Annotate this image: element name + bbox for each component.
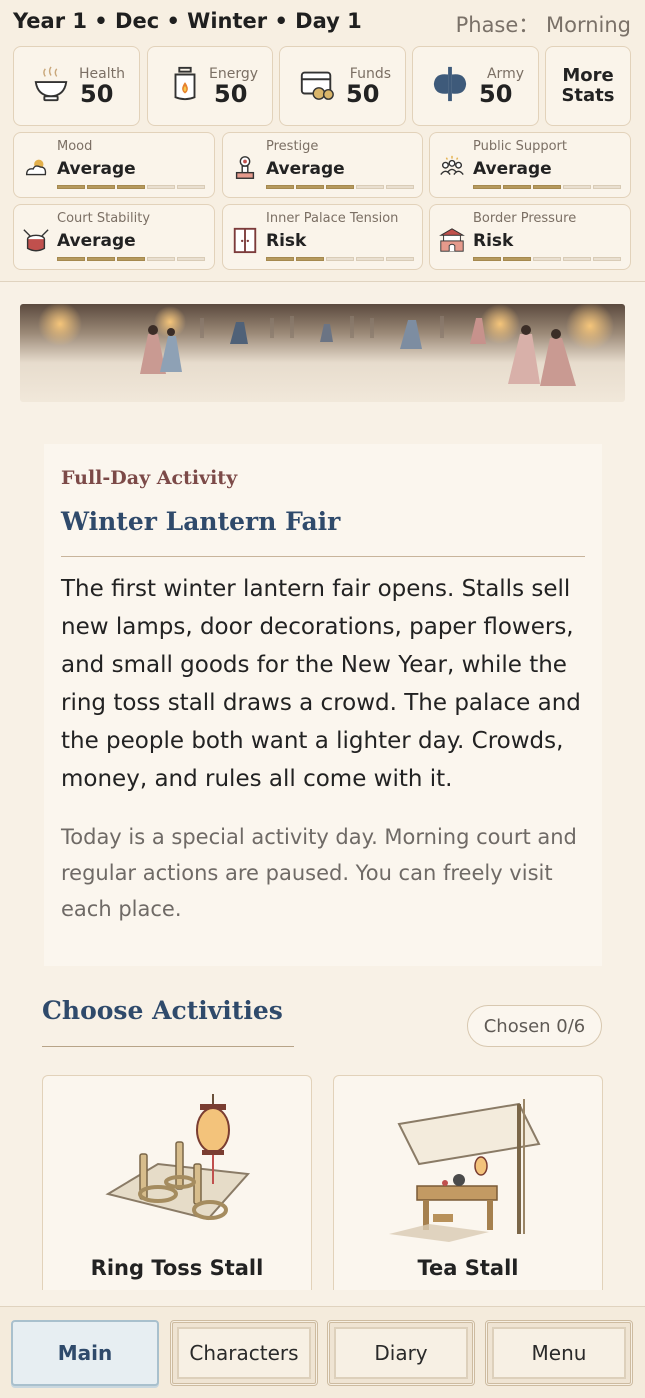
nav-main-button[interactable]: Main: [11, 1320, 159, 1386]
level-segment: [87, 257, 115, 261]
level-bar: [473, 185, 621, 189]
stat-value: Risk: [473, 231, 514, 251]
level-segment: [57, 185, 85, 189]
door-icon: [233, 227, 257, 254]
level-segment: [117, 257, 145, 261]
level-segment: [57, 257, 85, 261]
more-stats-button[interactable]: More Stats: [545, 46, 631, 126]
level-bar: [266, 257, 414, 261]
nav-menu-button[interactable]: Menu: [485, 1320, 633, 1386]
level-bar: [57, 185, 205, 189]
event-panel: Full-Day Activity Winter Lantern Fair Th…: [44, 444, 602, 966]
bottom-nav: Main Characters Diary Menu: [0, 1306, 645, 1398]
stat-value: 50: [80, 80, 114, 108]
level-segment: [266, 185, 294, 189]
ring-toss-art: [105, 1094, 251, 1221]
level-segment: [147, 185, 175, 189]
stat-label: Border Pressure: [473, 211, 577, 226]
stat-label: Public Support: [473, 139, 567, 154]
lantern-icon: [174, 66, 196, 101]
nav-diary-button[interactable]: Diary: [327, 1320, 475, 1386]
level-segment: [326, 257, 354, 261]
stat-funds[interactable]: Funds 50: [279, 46, 406, 126]
level-segment: [503, 257, 531, 261]
stat-value: Average: [57, 159, 136, 179]
tea-stall-art: [389, 1099, 541, 1242]
level-segment: [87, 185, 115, 189]
stat-public-support[interactable]: Public Support Average: [429, 132, 631, 198]
level-segment: [386, 257, 414, 261]
event-kicker: Full-Day Activity: [61, 467, 238, 489]
stat-label: Inner Palace Tension: [266, 211, 399, 226]
level-segment: [533, 257, 561, 261]
more-stats-label: More Stats: [561, 65, 615, 106]
level-bar: [266, 185, 414, 189]
level-segment: [296, 257, 324, 261]
level-segment: [473, 257, 501, 261]
level-segment: [356, 185, 384, 189]
event-description: The first winter lantern fair opens. Sta…: [61, 576, 581, 792]
drum-icon: [23, 229, 49, 252]
level-segment: [593, 257, 621, 261]
stat-label: Court Stability: [57, 211, 151, 226]
phase-display: Phase： Morning: [455, 13, 631, 37]
activities-title: Choose Activities: [42, 996, 283, 1025]
level-segment: [117, 185, 145, 189]
divider: [42, 1046, 294, 1047]
event-note: Today is a special activity day. Morning…: [61, 825, 577, 921]
stat-value: 50: [479, 80, 513, 108]
stat-inner-palace-tension[interactable]: Inner Palace Tension Risk: [222, 204, 423, 270]
stat-army[interactable]: Army 50: [412, 46, 539, 126]
level-segment: [177, 185, 205, 189]
stat-border-pressure[interactable]: Border Pressure Risk: [429, 204, 631, 270]
level-segment: [503, 185, 531, 189]
stat-value: Average: [473, 159, 552, 179]
seal-icon: [235, 156, 255, 179]
sun-cloud-icon: [25, 159, 47, 176]
level-segment: [266, 257, 294, 261]
stat-label: Prestige: [266, 139, 319, 154]
lantern-fair-banner: [20, 304, 625, 402]
coin-chest-icon: [300, 71, 334, 100]
level-segment: [593, 185, 621, 189]
activity-name: Tea Stall: [417, 1256, 519, 1280]
stat-value: 50: [346, 80, 380, 108]
bowl-icon: [34, 66, 68, 102]
level-bar: [57, 257, 205, 261]
stat-value: Risk: [266, 231, 307, 251]
stat-prestige[interactable]: Prestige Average: [222, 132, 423, 198]
level-bar: [473, 257, 621, 261]
level-segment: [296, 185, 324, 189]
stat-value: Average: [266, 159, 345, 179]
stat-health[interactable]: Health 50: [13, 46, 140, 126]
level-segment: [326, 185, 354, 189]
axe-icon: [433, 66, 467, 102]
level-segment: [356, 257, 384, 261]
chosen-counter: Chosen 0/6: [467, 1005, 602, 1047]
stat-label: Mood: [57, 139, 93, 154]
nav-characters-button[interactable]: Characters: [170, 1320, 318, 1386]
level-segment: [147, 257, 175, 261]
stat-value: 50: [214, 80, 248, 108]
level-segment: [386, 185, 414, 189]
date-display: Year 1 • Dec • Winter • Day 1: [13, 9, 362, 33]
level-segment: [533, 185, 561, 189]
stat-court-stability[interactable]: Court Stability Average: [13, 204, 215, 270]
status-header: Year 1 • Dec • Winter • Day 1 Phase： Mor…: [0, 0, 645, 282]
activity-name: Ring Toss Stall: [90, 1256, 264, 1280]
people-icon: [440, 155, 464, 175]
event-title: Winter Lantern Fair: [61, 507, 341, 536]
level-segment: [563, 257, 591, 261]
activity-card-tea-stall[interactable]: Tea Stall: [333, 1075, 603, 1290]
level-segment: [473, 185, 501, 189]
stat-mood[interactable]: Mood Average: [13, 132, 215, 198]
stat-energy[interactable]: Energy 50: [147, 46, 273, 126]
level-segment: [563, 185, 591, 189]
divider: [61, 556, 585, 557]
level-segment: [177, 257, 205, 261]
stat-value: Average: [57, 231, 136, 251]
gate-tower-icon: [439, 228, 465, 252]
activity-card-ring-toss[interactable]: Ring Toss Stall: [42, 1075, 312, 1290]
